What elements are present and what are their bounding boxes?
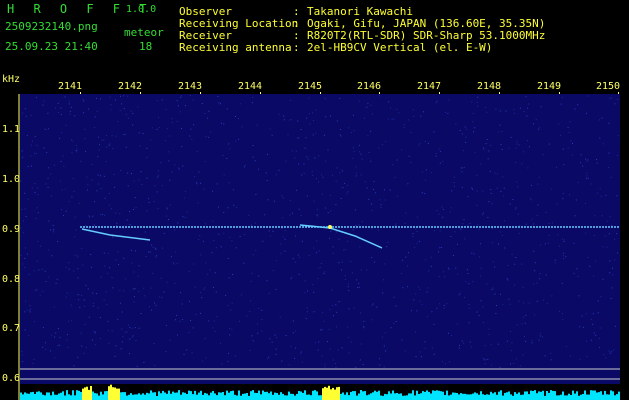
y-tick-label: 1.1 bbox=[2, 124, 21, 135]
spectrogram-background bbox=[20, 94, 620, 400]
y-tick-label: 1.0 bbox=[2, 174, 21, 185]
y-axis-unit: kHz bbox=[2, 74, 21, 85]
y-tick-label: 0.8 bbox=[2, 274, 21, 285]
y-tick-label: 0.9 bbox=[2, 224, 21, 235]
spectrogram bbox=[18, 94, 620, 400]
meteor-head bbox=[328, 225, 332, 229]
y-tick-label: 0.6 bbox=[2, 373, 21, 384]
y-tick-label: 0.7 bbox=[2, 323, 21, 334]
